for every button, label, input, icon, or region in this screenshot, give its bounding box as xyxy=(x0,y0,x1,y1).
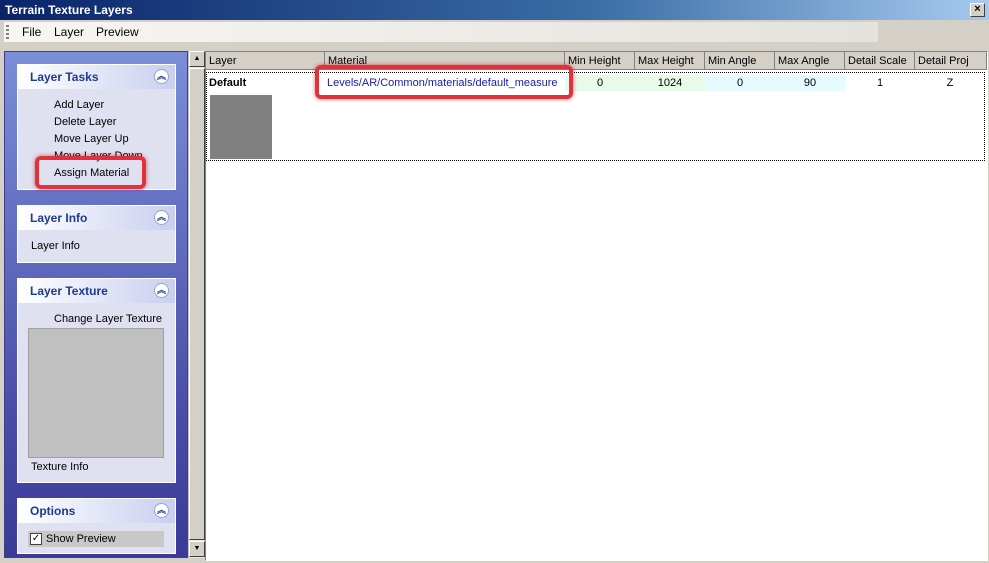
task-change-layer-texture[interactable]: Change Layer Texture xyxy=(54,313,162,325)
scroll-down-button[interactable]: ▼ xyxy=(189,541,205,557)
task-assign-material[interactable]: Assign Material xyxy=(54,167,129,179)
cell-detail-scale[interactable]: 1 xyxy=(845,75,915,91)
layers-grid: Layer Material Min Height Max Height Min… xyxy=(205,51,988,561)
task-move-layer-down[interactable]: Move Layer Down xyxy=(54,150,143,162)
layer-info-title: Layer Info xyxy=(30,211,88,225)
grid-header: Layer Material Min Height Max Height Min… xyxy=(206,52,987,70)
column-header-material[interactable]: Material xyxy=(325,52,565,70)
cell-detail-proj[interactable]: Z xyxy=(915,75,985,91)
layer-tasks-group: Layer Tasks ︽ Add Layer Delete Layer Mov… xyxy=(17,64,176,190)
layer-info-text: Layer Info xyxy=(31,240,80,252)
cell-max-height[interactable]: 1024 xyxy=(635,75,705,91)
task-pane: Layer Tasks ︽ Add Layer Delete Layer Mov… xyxy=(4,51,188,558)
column-header-layer[interactable]: Layer xyxy=(206,52,325,70)
layer-tasks-title: Layer Tasks xyxy=(30,70,99,84)
window-title: Terrain Texture Layers xyxy=(5,3,133,17)
column-header-detail-proj[interactable]: Detail Proj xyxy=(915,52,987,70)
layer-texture-thumbnail xyxy=(210,95,272,159)
task-add-layer[interactable]: Add Layer xyxy=(54,99,104,111)
column-header-min-height[interactable]: Min Height xyxy=(565,52,635,70)
cell-max-angle[interactable]: 90 xyxy=(775,75,845,91)
collapse-icon[interactable]: ︽ xyxy=(154,69,169,84)
layer-texture-title: Layer Texture xyxy=(30,284,108,298)
collapse-icon[interactable]: ︽ xyxy=(154,503,169,518)
layer-texture-group: Layer Texture ︽ Change Layer Texture Tex… xyxy=(17,278,176,483)
layer-tasks-header[interactable]: Layer Tasks ︽ xyxy=(18,65,175,89)
column-header-detail-scale[interactable]: Detail Scale xyxy=(845,52,915,70)
column-header-max-height[interactable]: Max Height xyxy=(635,52,705,70)
task-move-layer-up[interactable]: Move Layer Up xyxy=(54,133,129,145)
table-row[interactable]: Default Levels/AR/Common/materials/defau… xyxy=(206,72,985,161)
close-icon: × xyxy=(974,3,981,15)
texture-info-text: Texture Info xyxy=(31,461,89,473)
scroll-up-button[interactable]: ▲ xyxy=(189,51,205,67)
cell-material[interactable]: Levels/AR/Common/materials/default_measu… xyxy=(327,75,565,91)
options-group: Options ︽ ✓ Show Preview xyxy=(17,498,176,554)
close-button[interactable]: × xyxy=(970,3,985,17)
scroll-thumb[interactable] xyxy=(189,68,205,540)
window-title-bar: Terrain Texture Layers × xyxy=(0,0,989,20)
menu-bar: File Layer Preview xyxy=(0,20,989,44)
show-preview-checkbox[interactable]: ✓ Show Preview xyxy=(28,531,164,547)
layer-texture-header[interactable]: Layer Texture ︽ xyxy=(18,279,175,303)
task-pane-scrollbar[interactable]: ▲ ▼ xyxy=(188,51,205,558)
collapse-icon[interactable]: ︽ xyxy=(154,210,169,225)
checkmark-icon[interactable]: ✓ xyxy=(30,533,42,545)
options-title: Options xyxy=(30,504,76,518)
show-preview-label: Show Preview xyxy=(46,533,116,545)
options-header[interactable]: Options ︽ xyxy=(18,499,175,523)
column-header-max-angle[interactable]: Max Angle xyxy=(775,52,845,70)
cell-layer[interactable]: Default xyxy=(209,75,324,91)
menu-file[interactable]: File xyxy=(22,25,41,39)
menu-preview[interactable]: Preview xyxy=(96,25,139,39)
layer-info-group: Layer Info ︽ Layer Info xyxy=(17,205,176,263)
column-header-min-angle[interactable]: Min Angle xyxy=(705,52,775,70)
toolbar-grip-icon[interactable] xyxy=(6,25,9,39)
texture-preview xyxy=(28,328,164,458)
cell-min-height[interactable]: 0 xyxy=(565,75,635,91)
task-delete-layer[interactable]: Delete Layer xyxy=(54,116,116,128)
cell-min-angle[interactable]: 0 xyxy=(705,75,775,91)
collapse-icon[interactable]: ︽ xyxy=(154,283,169,298)
layer-info-header[interactable]: Layer Info ︽ xyxy=(18,206,175,230)
menu-layer[interactable]: Layer xyxy=(54,25,84,39)
